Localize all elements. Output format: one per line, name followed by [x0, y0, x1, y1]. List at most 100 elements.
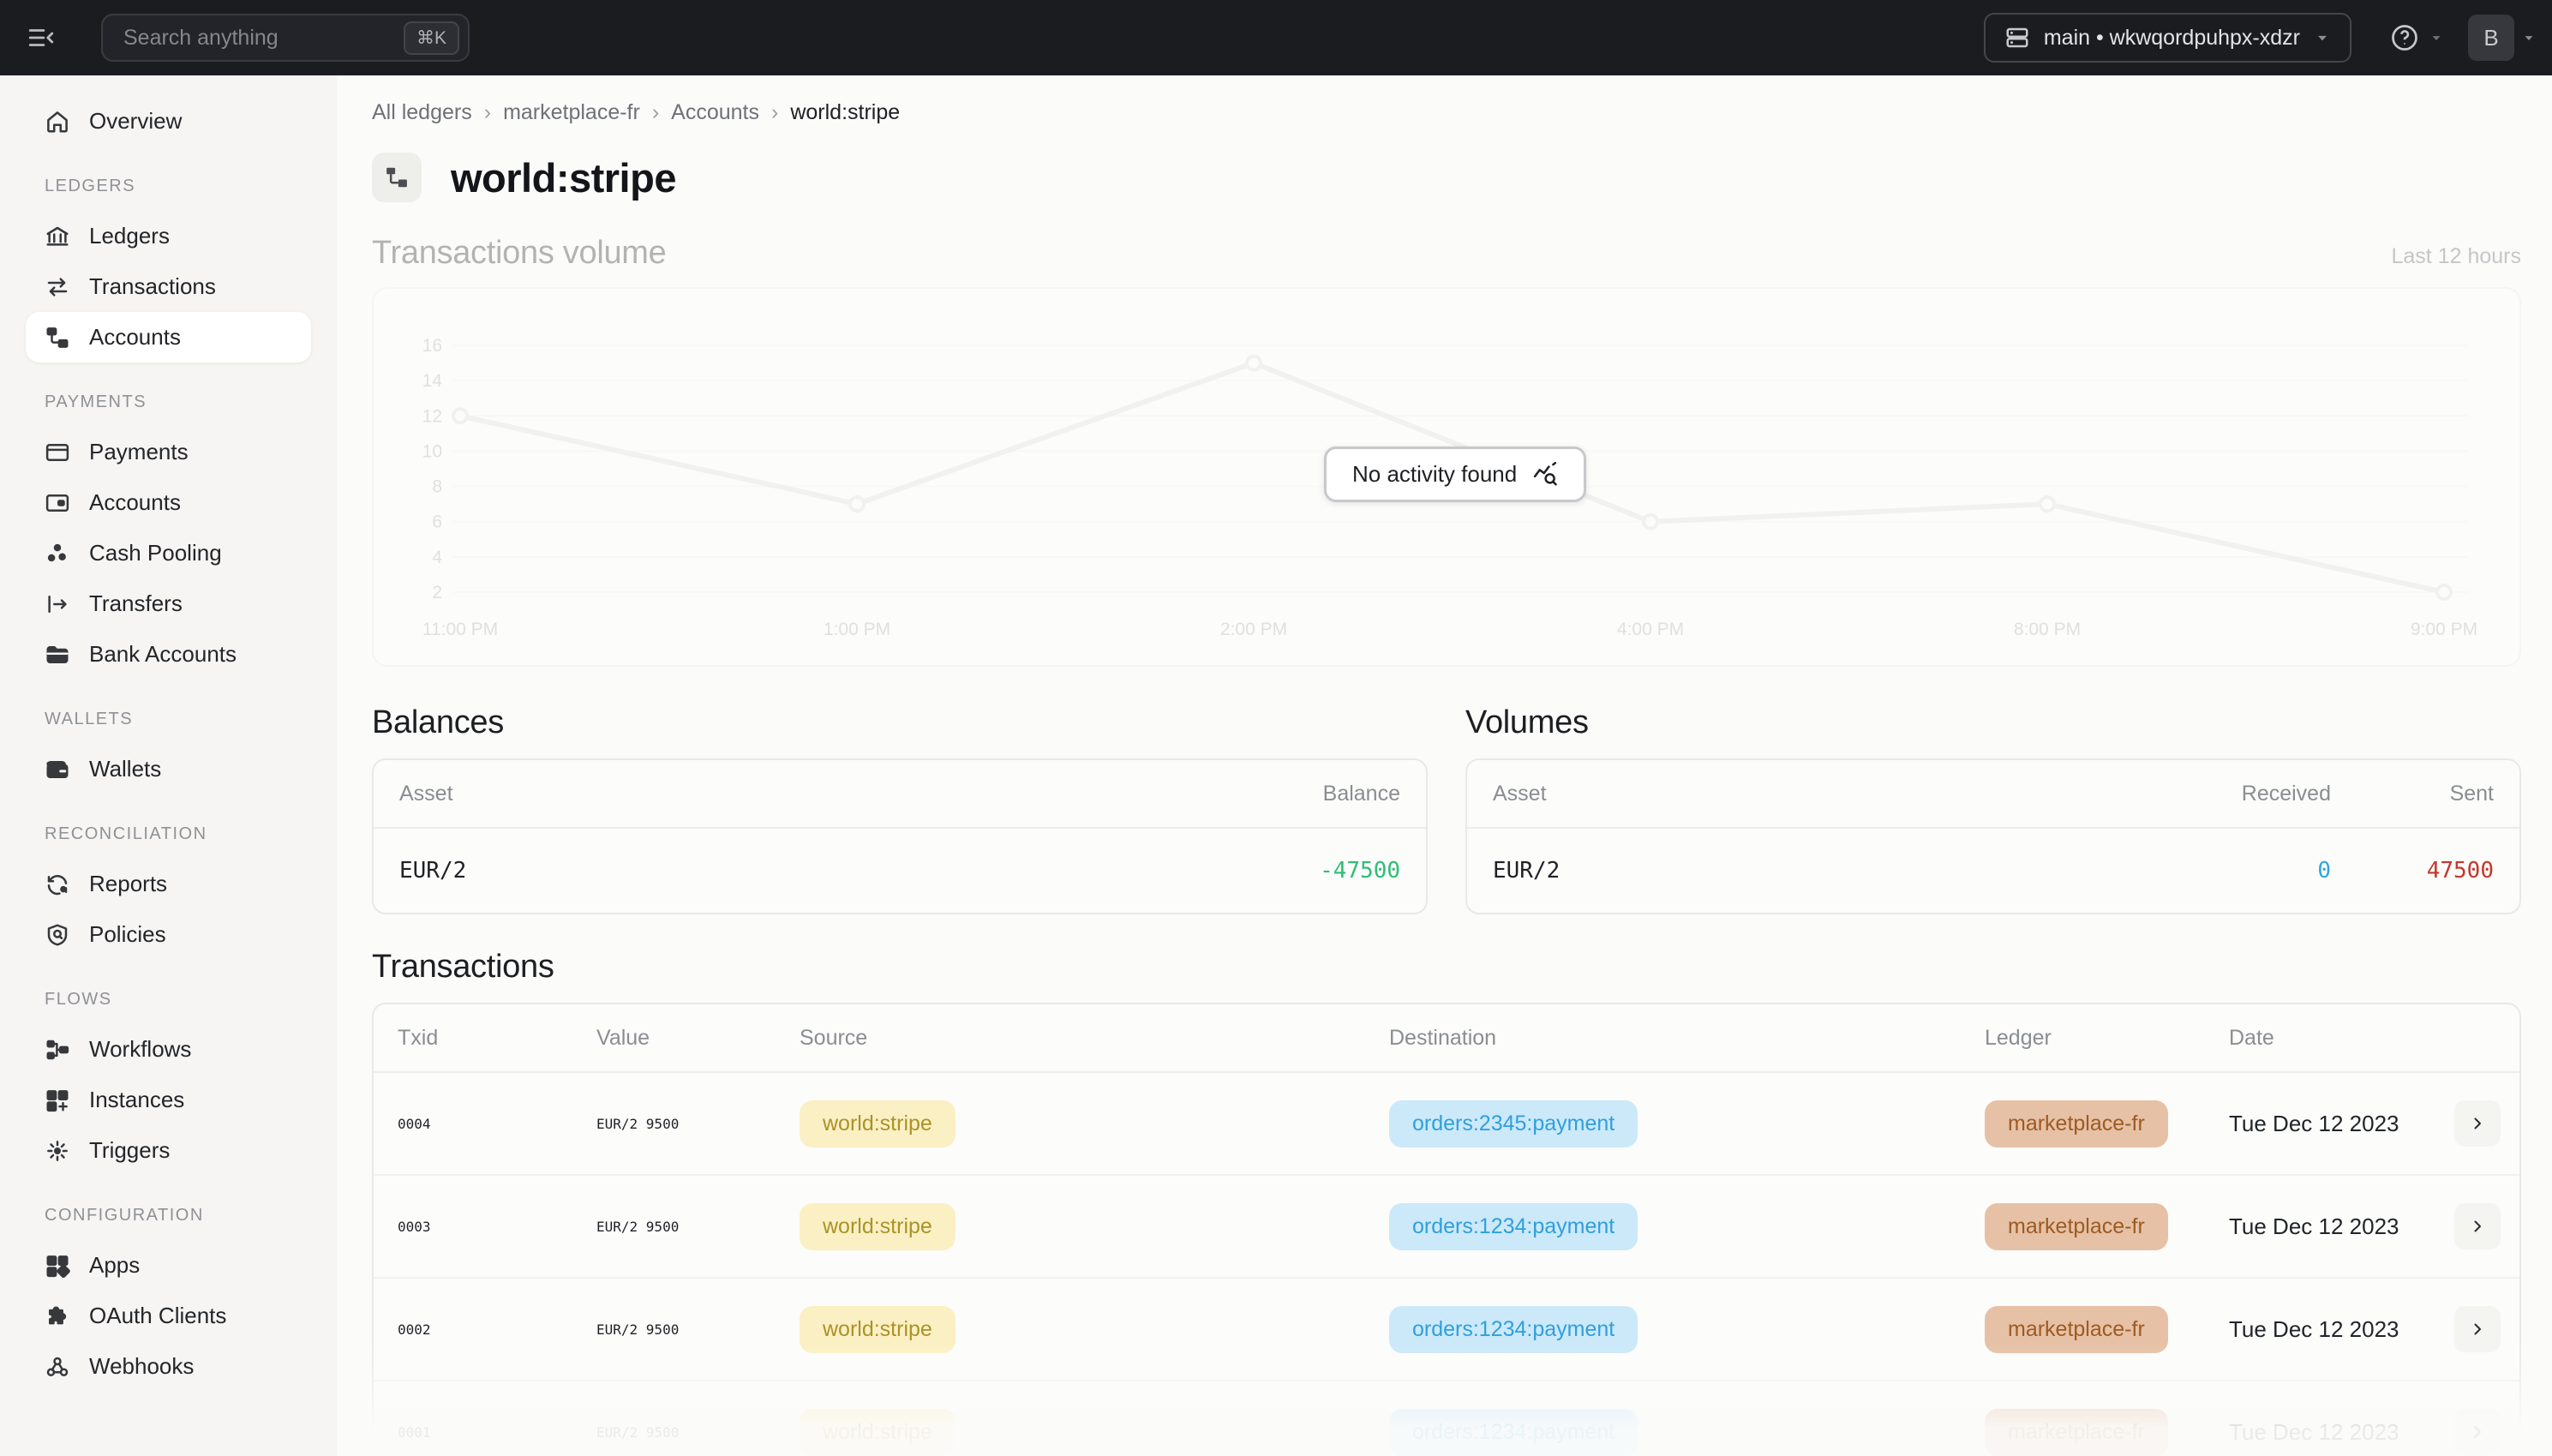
sidebar-item-label: Policies: [89, 921, 166, 948]
destination-badge[interactable]: orders:1234:payment: [1389, 1306, 1638, 1353]
sidebar-item-payments[interactable]: Payments: [26, 427, 311, 477]
source-badge[interactable]: world:stripe: [800, 1409, 956, 1456]
transactions-header: Txid Value Source Destination Ledger Dat…: [374, 1004, 2519, 1073]
stack-icon: [2004, 25, 2030, 51]
row-expand-button[interactable]: [2454, 1306, 2501, 1352]
sidebar-item-ledgers[interactable]: Ledgers: [26, 211, 311, 261]
app-root: Search anything ⌘K main • wkwqordpuhpx-x…: [0, 0, 2552, 1456]
row-expand-button[interactable]: [2454, 1409, 2501, 1455]
sidebar-item-accounts[interactable]: Accounts: [26, 477, 311, 528]
source-badge[interactable]: world:stripe: [800, 1306, 956, 1353]
table-row[interactable]: EUR/2 0 47500: [1467, 829, 2519, 913]
sidebar-item-workflows[interactable]: Workflows: [26, 1024, 311, 1075]
sidebar-item-accounts[interactable]: Accounts: [26, 312, 311, 363]
search-shortcut-kbd: ⌘K: [404, 21, 459, 55]
chevron-right-icon: [2467, 1422, 2488, 1442]
sent-value: 47500: [2331, 858, 2494, 884]
sidebar-item-reports[interactable]: Reports: [26, 859, 311, 909]
sidebar-item-transactions[interactable]: Transactions: [26, 261, 311, 312]
table-row: 0001EUR/2 9500world:stripeorders:1234:pa…: [374, 1381, 2519, 1456]
date-cell: Tue Dec 12 2023: [2229, 1111, 2422, 1137]
table-row: 0003EUR/2 9500world:stripeorders:1234:pa…: [374, 1176, 2519, 1279]
sidebar-item-label: Reports: [89, 871, 167, 897]
ledger-cell: marketplace-fr: [1985, 1100, 2229, 1147]
svg-text:4:00 PM: 4:00 PM: [1617, 620, 1684, 639]
destination-badge[interactable]: orders:1234:payment: [1389, 1203, 1638, 1250]
row-expand-button[interactable]: [2454, 1203, 2501, 1249]
destination-badge[interactable]: orders:2345:payment: [1389, 1100, 1638, 1147]
sidebar-section-label: CONFIGURATION: [26, 1190, 311, 1240]
breadcrumb-item-marketplace-fr[interactable]: marketplace-fr: [503, 100, 640, 125]
sidebar-item-triggers[interactable]: Triggers: [26, 1125, 311, 1176]
breadcrumb-item-all-ledgers[interactable]: All ledgers: [372, 100, 472, 125]
search-input[interactable]: Search anything ⌘K: [101, 14, 470, 62]
apps-icon: [45, 1253, 70, 1279]
source-badge[interactable]: world:stripe: [800, 1203, 956, 1250]
sidebar-item-oauth-clients[interactable]: OAuth Clients: [26, 1291, 311, 1341]
chart-range-label: Last 12 hours: [2392, 244, 2522, 269]
sidebar-item-webhooks[interactable]: Webhooks: [26, 1341, 311, 1392]
environment-selector[interactable]: main • wkwqordpuhpx-xdzr: [1984, 13, 2351, 63]
sidebar-item-label: OAuth Clients: [89, 1303, 226, 1329]
arrow-from-line-icon: [45, 591, 70, 617]
sidebar-item-overview[interactable]: Overview: [26, 96, 311, 147]
sidebar-item-label: Triggers: [89, 1137, 170, 1164]
column-header: Txid: [398, 1026, 596, 1051]
row-expand-button[interactable]: [2454, 1100, 2501, 1147]
svg-text:2:00 PM: 2:00 PM: [1220, 620, 1287, 639]
dots-cluster-icon: [45, 541, 70, 566]
svg-text:11:00 PM: 11:00 PM: [422, 620, 498, 639]
sidebar-item-label: Wallets: [89, 756, 161, 782]
avatar: B: [2468, 15, 2514, 61]
sidebar-item-label: Bank Accounts: [89, 641, 237, 668]
hierarchy-icon: [384, 165, 410, 190]
date-cell: Tue Dec 12 2023: [2229, 1419, 2422, 1446]
help-menu[interactable]: [2389, 22, 2444, 53]
source-cell: world:stripe: [800, 1409, 1389, 1456]
destination-cell: orders:2345:payment: [1389, 1100, 1985, 1147]
chevron-down-icon: [2314, 29, 2331, 46]
sidebar-item-wallets[interactable]: Wallets: [26, 744, 311, 794]
sidebar-collapse-button[interactable]: [22, 19, 60, 57]
txid-cell: 0004: [398, 1116, 596, 1132]
asset-cell: EUR/2: [399, 858, 1320, 884]
wallet-card-icon: [45, 490, 70, 516]
ledger-badge[interactable]: marketplace-fr: [1985, 1409, 2168, 1456]
column-header: Value: [596, 1026, 800, 1051]
txid-cell: 0001: [398, 1424, 596, 1441]
sidebar-item-transfers[interactable]: Transfers: [26, 578, 311, 629]
source-badge[interactable]: world:stripe: [800, 1100, 956, 1147]
user-menu[interactable]: B: [2468, 15, 2537, 61]
arrows-left-right-icon: [45, 274, 70, 300]
balances-card: Asset Balance EUR/2 -47500: [372, 758, 1428, 914]
transactions-card: Txid Value Source Destination Ledger Dat…: [372, 1003, 2521, 1456]
sidebar-item-policies[interactable]: Policies: [26, 909, 311, 960]
ledger-badge[interactable]: marketplace-fr: [1985, 1306, 2168, 1353]
puzzle-icon: [45, 1303, 70, 1329]
destination-badge[interactable]: orders:1234:payment: [1389, 1409, 1638, 1456]
svg-text:8: 8: [432, 477, 442, 497]
date-cell: Tue Dec 12 2023: [2229, 1213, 2422, 1240]
search-placeholder: Search anything: [123, 26, 404, 51]
chevron-right-icon: [2467, 1113, 2488, 1134]
breadcrumb-separator: ›: [484, 100, 491, 125]
environment-label: main • wkwqordpuhpx-xdzr: [2044, 26, 2300, 51]
sidebar-item-bank-accounts[interactable]: Bank Accounts: [26, 629, 311, 680]
sidebar-section-label: LEDGERS: [26, 161, 311, 211]
svg-text:16: 16: [422, 336, 442, 356]
bank-icon: [45, 224, 70, 249]
volumes-card: Asset Received Sent EUR/2 0 47500: [1465, 758, 2521, 914]
sidebar-item-instances[interactable]: Instances: [26, 1075, 311, 1125]
ledger-cell: marketplace-fr: [1985, 1409, 2229, 1456]
column-header: Date: [2229, 1026, 2422, 1051]
credit-card-icon: [45, 440, 70, 465]
table-row[interactable]: EUR/2 -47500: [374, 829, 1426, 913]
breadcrumb-item-accounts[interactable]: Accounts: [671, 100, 759, 125]
sidebar-item-cash-pooling[interactable]: Cash Pooling: [26, 528, 311, 578]
ledger-badge[interactable]: marketplace-fr: [1985, 1203, 2168, 1250]
sidebar-item-label: Instances: [89, 1087, 184, 1113]
sidebar-item-apps[interactable]: Apps: [26, 1240, 311, 1291]
ledger-badge[interactable]: marketplace-fr: [1985, 1100, 2168, 1147]
ledger-cell: marketplace-fr: [1985, 1203, 2229, 1250]
svg-text:8:00 PM: 8:00 PM: [2014, 620, 2081, 639]
